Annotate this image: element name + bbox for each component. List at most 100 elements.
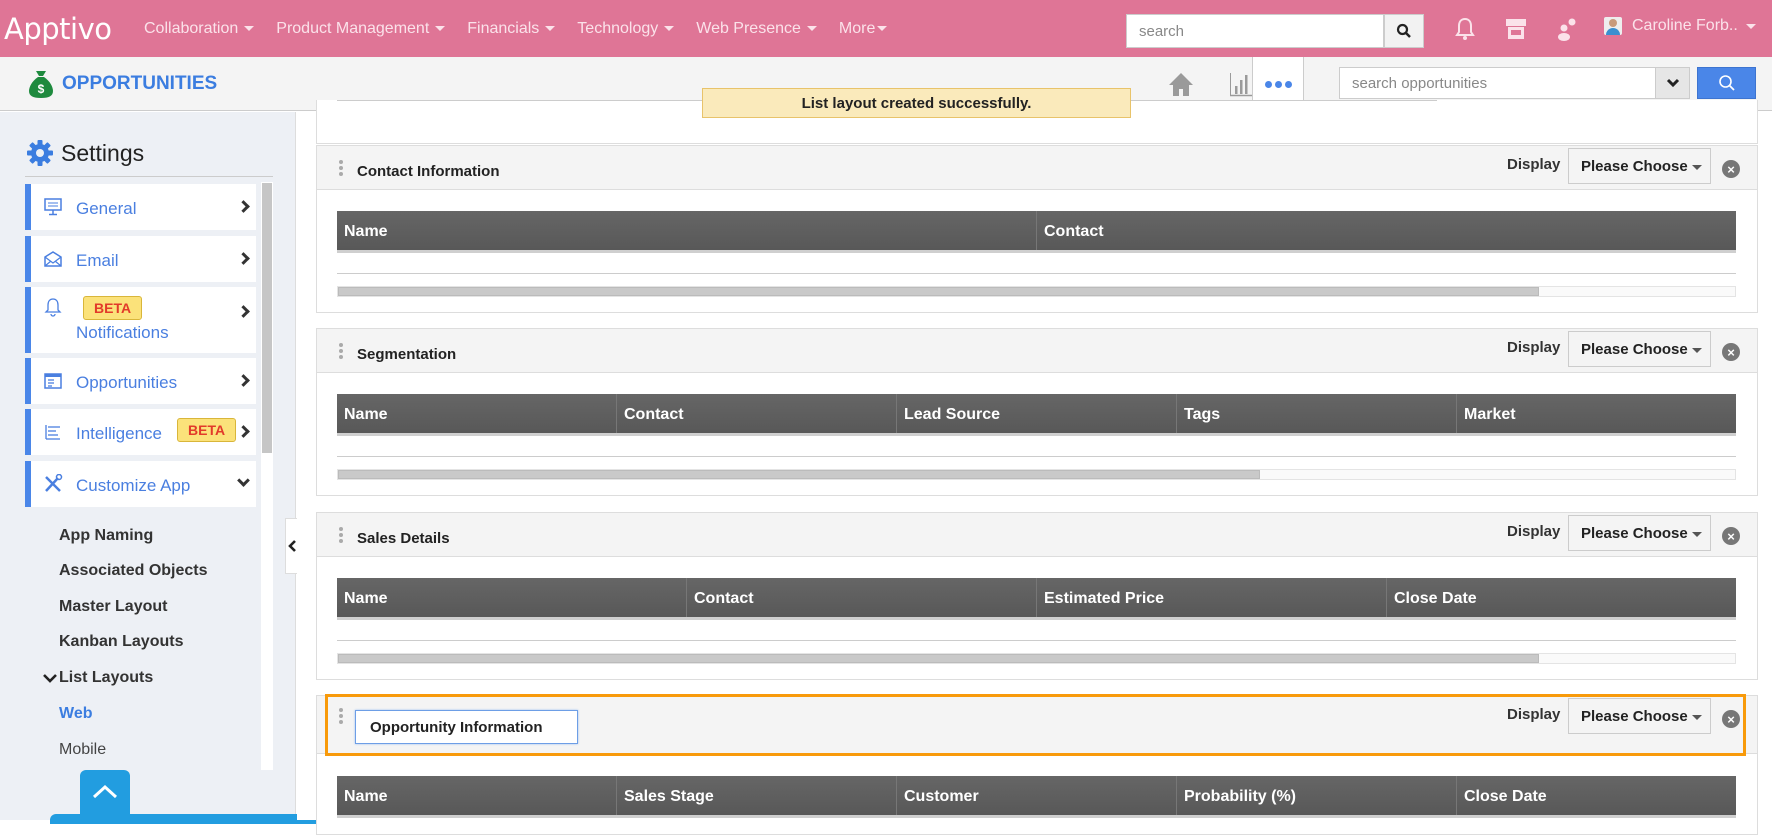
section-title[interactable]: Sales Details <box>357 530 450 547</box>
global-search-button[interactable] <box>1384 14 1424 48</box>
display-label: Display <box>1507 339 1561 356</box>
remove-section-button[interactable]: × <box>1722 160 1740 178</box>
sidebar-subitem-mobile[interactable]: Mobile <box>59 741 106 759</box>
chevron-up-icon <box>92 784 118 799</box>
column-header[interactable]: Close Date <box>1457 776 1736 815</box>
apptivo-logo[interactable]: Apptivo <box>4 12 112 46</box>
column-header[interactable]: Name <box>337 578 687 617</box>
horizontal-scrollbar[interactable] <box>337 469 1736 480</box>
scroll-thumb[interactable] <box>338 287 1540 296</box>
opportunity-search-input[interactable]: search opportunities <box>1339 67 1656 99</box>
drag-handle-icon[interactable] <box>339 527 343 543</box>
column-header-row: Name Contact <box>337 211 1736 253</box>
column-header[interactable]: Close Date <box>1387 578 1736 617</box>
tools-icon <box>45 474 63 492</box>
store-icon <box>1506 19 1526 39</box>
sidebar-subitem-kanban-layouts[interactable]: Kanban Layouts <box>59 633 183 651</box>
close-icon: × <box>1727 711 1735 727</box>
remove-section-button[interactable]: × <box>1722 710 1740 728</box>
sidebar-item-opportunities[interactable]: Opportunities <box>25 358 256 404</box>
horizontal-scrollbar[interactable] <box>337 286 1736 297</box>
section-title-input[interactable] <box>355 710 578 744</box>
column-header[interactable]: Tags <box>1177 394 1457 433</box>
settings-heading: Settings <box>25 138 144 168</box>
section-title[interactable]: Contact Information <box>357 163 500 180</box>
chevron-right-icon <box>237 200 250 213</box>
remove-section-button[interactable]: × <box>1722 343 1740 361</box>
nav-product-management[interactable]: Product Management <box>276 20 446 38</box>
display-select[interactable]: Please Choose <box>1568 331 1711 367</box>
notifications-button[interactable] <box>1452 16 1478 42</box>
column-header-row: Name Contact Estimated Price Close Date <box>337 578 1736 620</box>
beta-badge: BETA <box>83 296 143 320</box>
column-header[interactable]: Contact <box>687 578 1037 617</box>
column-header[interactable]: Probability (%) <box>1177 776 1457 815</box>
column-header[interactable]: Estimated Price <box>1037 578 1387 617</box>
column-header[interactable]: Lead Source <box>897 394 1177 433</box>
scroll-thumb[interactable] <box>338 470 1261 479</box>
drag-handle-icon[interactable] <box>339 160 343 176</box>
column-header[interactable]: Market <box>1457 394 1736 433</box>
user-menu[interactable]: Caroline Forb.. <box>1604 17 1756 35</box>
nav-collaboration[interactable]: Collaboration <box>144 20 255 38</box>
column-header[interactable]: Customer <box>897 776 1177 815</box>
chevron-left-icon <box>288 540 296 552</box>
section-panel-sales-details: Sales Details Display Please Choose × Na… <box>316 512 1758 680</box>
money-bag-icon: $ <box>29 71 53 98</box>
sidebar-item-customize-app[interactable]: Customize App <box>25 461 256 507</box>
user-name: Caroline Forb.. <box>1632 17 1738 34</box>
caret-down-icon <box>1745 23 1756 29</box>
app-title[interactable]: $ OPPORTUNITIES <box>28 69 217 99</box>
remove-section-button[interactable]: × <box>1722 527 1740 545</box>
section-header: Contact Information Display Please Choos… <box>317 146 1757 190</box>
nav-financials[interactable]: Financials <box>467 20 556 38</box>
sidebar-subitem-list-layouts[interactable]: List Layouts <box>42 669 153 687</box>
caret-down-icon <box>1692 532 1702 537</box>
column-header[interactable]: Contact <box>617 394 897 433</box>
svg-text:$: $ <box>38 82 45 96</box>
display-select[interactable]: Please Choose <box>1568 515 1711 551</box>
scroll-thumb[interactable] <box>338 654 1540 663</box>
column-header[interactable]: Contact <box>1037 211 1736 250</box>
sidebar-item-intelligence[interactable]: Intelligence BETA <box>25 409 256 455</box>
column-header[interactable]: Sales Stage <box>617 776 897 815</box>
sidebar-subitem-app-naming[interactable]: App Naming <box>59 527 153 545</box>
caret-down-icon <box>664 26 675 31</box>
display-select[interactable]: Please Choose <box>1568 698 1711 734</box>
sidebar-item-notifications[interactable]: BETA Notifications <box>25 287 256 353</box>
drag-handle-icon[interactable] <box>339 343 343 359</box>
section-header: Segmentation Display Please Choose × <box>317 329 1757 373</box>
scroll-to-top-button[interactable] <box>80 770 130 820</box>
section-title[interactable]: Segmentation <box>357 346 456 363</box>
display-select[interactable]: Please Choose <box>1568 148 1711 184</box>
sidebar-subitem-associated-objects[interactable]: Associated Objects <box>59 562 208 580</box>
nav-technology[interactable]: Technology <box>577 20 675 38</box>
column-header[interactable]: Name <box>337 394 617 433</box>
home-button[interactable] <box>1164 67 1198 101</box>
horizontal-scrollbar[interactable] <box>337 653 1736 664</box>
menu-label: Customize App <box>76 476 191 495</box>
chat-button[interactable] <box>1553 16 1579 42</box>
nav-web-presence[interactable]: Web Presence <box>696 20 817 38</box>
drag-handle-icon[interactable] <box>339 708 343 724</box>
caret-down-icon <box>545 26 556 31</box>
chevron-down-icon <box>237 474 250 487</box>
sidebar-subitem-web[interactable]: Web <box>59 705 92 723</box>
bell-icon <box>1455 17 1475 40</box>
sidebar-subitem-master-layout[interactable]: Master Layout <box>59 598 167 616</box>
column-header[interactable]: Name <box>337 211 1037 250</box>
opportunity-search-button[interactable] <box>1697 67 1756 99</box>
gear-icon <box>27 140 53 166</box>
search-options-dropdown[interactable] <box>1655 67 1690 99</box>
section-panel-opportunity-information: Display Please Choose × NameSales StageC… <box>316 695 1758 835</box>
sidebar-item-general[interactable]: General <box>25 184 256 230</box>
caret-down-icon <box>1692 165 1702 170</box>
list-layout-editor: Contact Information Display Please Choos… <box>297 100 1772 835</box>
sidebar-scroll-thumb[interactable] <box>262 183 272 453</box>
global-search-input[interactable]: search <box>1126 14 1384 48</box>
column-header[interactable]: Name <box>337 776 617 815</box>
app-store-button[interactable] <box>1503 16 1529 42</box>
nav-more[interactable]: More <box>839 20 888 38</box>
row-divider <box>337 273 1736 274</box>
sidebar-item-email[interactable]: Email <box>25 236 256 282</box>
